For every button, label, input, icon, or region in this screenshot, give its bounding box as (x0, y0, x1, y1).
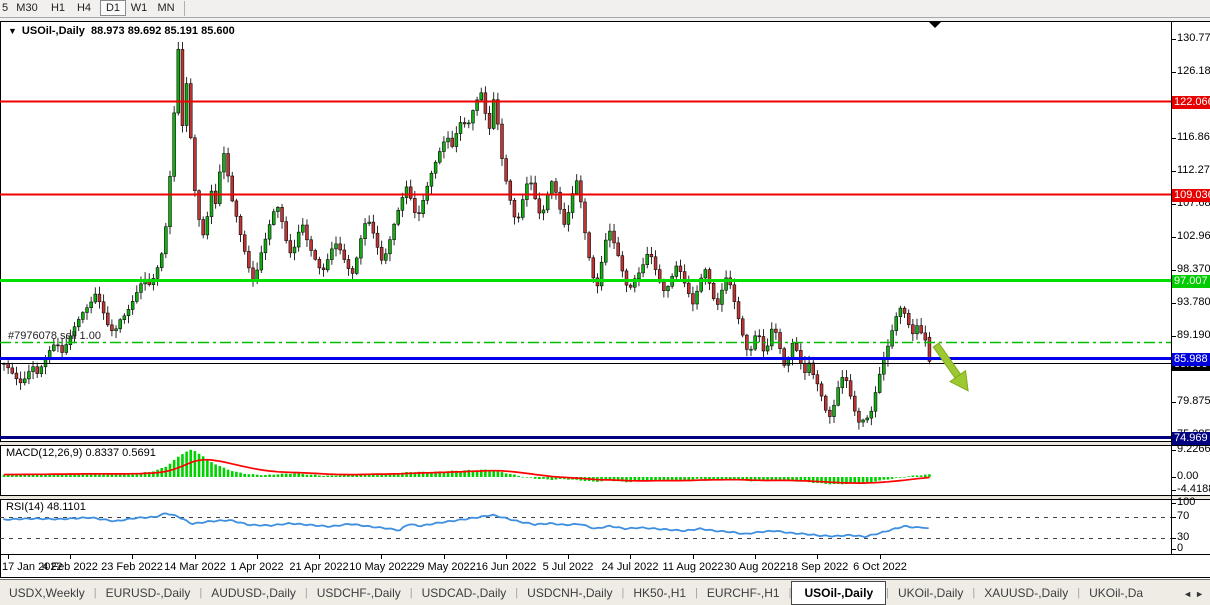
tab-scroll-right-icon[interactable]: ► (1195, 589, 1207, 599)
price-line-label-74-969: 74.969 (1172, 432, 1210, 445)
tab-scroll-controls: ◄► (1183, 589, 1207, 599)
timeframe-toolbar: 5 M30 H1 H4 D1W1 MN (0, 0, 1210, 18)
price-line-label-97-007: 97.007 (1172, 275, 1210, 288)
timeframe-button-m30[interactable]: M30 (14, 1, 40, 15)
tab-scroll-left-icon[interactable]: ◄ (1183, 589, 1195, 599)
tab-ukoil-daily[interactable]: UKOil-,Daily (889, 580, 972, 605)
timeframe-button-d1[interactable]: D1 (100, 0, 126, 16)
date-label-5-jul-2022: 5 Jul 2022 (543, 561, 594, 573)
timeframe-button-mn[interactable]: MN (154, 1, 178, 15)
date-label-30-aug-2022: 30 Aug 2022 (724, 561, 786, 573)
macd-axis-tick-4-4188: -4.4188 (1177, 483, 1210, 496)
price-line-label-122-066: 122.066 (1172, 96, 1210, 109)
chart-title-text: USOil-,Daily 88.973 89.692 85.191 85.600 (22, 25, 235, 37)
date-label-14-mar-2022: 14 Mar 2022 (164, 561, 226, 573)
toolbar-gap (0, 18, 1210, 21)
tab-hk50-h1[interactable]: HK50-,H1 (624, 580, 695, 605)
date-label-23-feb-2022: 23 Feb 2022 (101, 561, 163, 573)
rsi-indicator-label: RSI(14) 48.1101 (6, 501, 86, 513)
tab-xauusd-daily[interactable]: XAUUSD-,Daily (975, 580, 1077, 605)
date-label-6-oct-2022: 6 Oct 2022 (853, 561, 907, 573)
macd-axis-tick-0-00: 0.00 (1177, 470, 1198, 483)
tab-audusd-daily[interactable]: AUDUSD-,Daily (202, 580, 305, 605)
tab-usdx-weekly[interactable]: USDX,Weekly (0, 580, 94, 605)
tab-eurchf-h1[interactable]: EURCHF-,H1 (698, 580, 789, 605)
chart-canvas (0, 0, 1210, 605)
tab-usdcad-daily[interactable]: USDCAD-,Daily (413, 580, 516, 605)
price-axis-tick-126-180: 126.180 (1177, 65, 1210, 78)
date-label-16-jun-2022: 16 Jun 2022 (476, 561, 537, 573)
symbol-tab-bar: USDX,Weekly|EURUSD-,Daily|AUDUSD-,Daily|… (0, 579, 1210, 605)
timeframe-button-w1[interactable]: W1 (128, 1, 150, 15)
tab-usdchf-daily[interactable]: USDCHF-,Daily (308, 580, 410, 605)
price-axis-tick-102-960: 102.960 (1177, 230, 1210, 243)
chart-title: ▼ USOil-,Daily 88.973 89.692 85.191 85.60… (8, 25, 235, 37)
date-label-21-apr-2022: 21 Apr 2022 (289, 561, 348, 573)
tab-ukoil-da[interactable]: UKOil-,Da (1080, 580, 1152, 605)
open-position-label: #7976078 sell 1.00 (8, 330, 101, 342)
macd-indicator-label: MACD(12,26,9) 0.8337 0.5691 (6, 447, 156, 459)
price-axis-tick-112-275: 112.275 (1177, 164, 1210, 177)
price-axis-tick-93-780: 93.780 (1177, 296, 1210, 309)
rsi-axis-tick-100: 100 (1177, 496, 1195, 509)
symbol-dropdown-icon[interactable]: ▼ (8, 26, 17, 36)
date-label-1-apr-2022: 1 Apr 2022 (230, 561, 283, 573)
date-label-24-jul-2022: 24 Jul 2022 (602, 561, 659, 573)
date-label-10-may-2022: 10 May 2022 (349, 561, 413, 573)
date-label-11-aug-2022: 11 Aug 2022 (663, 561, 724, 573)
date-label-29-may-2022: 29 May 2022 (412, 561, 476, 573)
macd-axis-tick-9-2266: 9.2266 (1177, 443, 1210, 456)
rsi-axis-tick-0: 0 (1177, 542, 1183, 555)
price-axis-tick-116-865: 116.865 (1177, 131, 1210, 144)
date-label-18-sep-2022: 18 Sep 2022 (786, 561, 848, 573)
price-axis-tick-89-190: 89.190 (1177, 329, 1210, 342)
tab-usoil-daily[interactable]: USOil-,Daily (791, 581, 886, 605)
tab-usdcnh-daily[interactable]: USDCNH-,Daily (518, 580, 621, 605)
date-label-4-feb-2022: 4 Feb 2022 (42, 561, 98, 573)
sell-signal-arrow-icon (928, 340, 976, 397)
price-axis-tick-130-770: 130.770 (1177, 32, 1210, 45)
timeframe-button-h4[interactable]: H4 (74, 1, 94, 15)
tab-eurusd-daily[interactable]: EURUSD-,Daily (97, 580, 200, 605)
toolbar-separator (184, 1, 185, 16)
rsi-axis-tick-70: 70 (1177, 510, 1189, 523)
price-axis-tick-79-875: 79.875 (1177, 395, 1210, 408)
timeframe-button-5[interactable]: 5 (0, 1, 10, 15)
timeframe-button-h1[interactable]: H1 (48, 1, 68, 15)
price-line-label-109-036: 109.036 (1172, 189, 1210, 202)
price-line-label-85-988: 85.988 (1172, 353, 1210, 366)
